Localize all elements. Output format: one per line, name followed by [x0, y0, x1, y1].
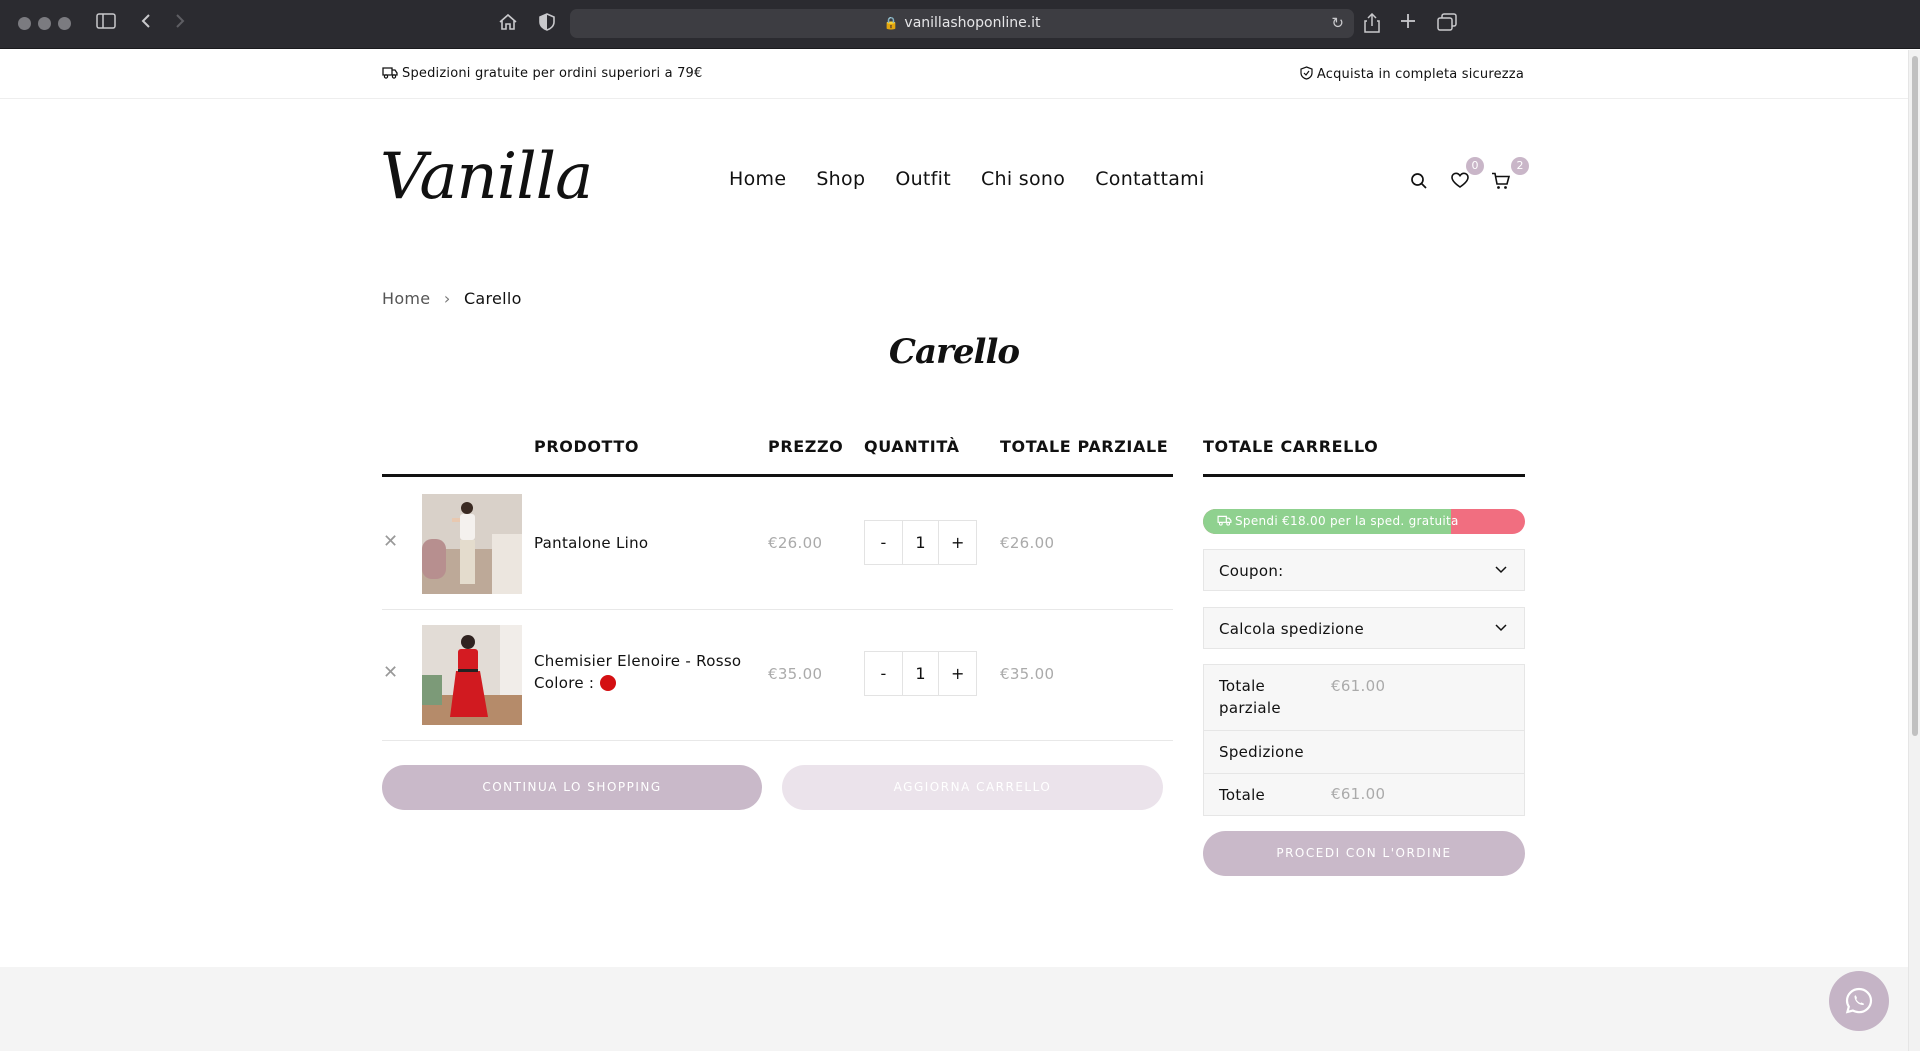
whatsapp-chat-button[interactable] [1829, 971, 1889, 1031]
share-icon[interactable] [1364, 12, 1380, 38]
truck-icon [1217, 515, 1232, 526]
window-zoom-button[interactable] [58, 17, 71, 30]
product-color-attr: Colore : [534, 674, 617, 692]
free-shipping-text: Spendi €18.00 per la sped. gratuita [1217, 514, 1459, 528]
line-subtotal: €26.00 [1000, 534, 1055, 552]
product-name[interactable]: Pantalone Lino [534, 534, 648, 552]
main-nav: Home Shop Outfit Chi sono Contattami [729, 168, 1205, 190]
scrollbar-thumb[interactable] [1912, 56, 1918, 736]
cart-totals-rule [1203, 474, 1525, 477]
chevron-down-icon [1494, 561, 1508, 580]
col-header-product: PRODOTTO [534, 437, 640, 456]
free-shipping-label: Spendi €18.00 per la sped. gratuita [1235, 514, 1459, 528]
chevron-down-icon [1494, 619, 1508, 638]
announcement-bar: Spedizioni gratuite per ordini superiori… [0, 50, 1908, 99]
total-value: €61.00 [1331, 785, 1386, 803]
subtotal-value: €61.00 [1331, 677, 1386, 695]
shipping-notice: Spedizioni gratuite per ordini superiori… [382, 66, 703, 81]
forward-icon[interactable] [174, 13, 186, 34]
window-close-button[interactable] [18, 17, 31, 30]
header-actions: 0 2 [1410, 157, 1529, 200]
total-label: Totale [1219, 786, 1266, 804]
update-cart-button[interactable]: AGGIORNA CARRELLO [782, 765, 1163, 810]
breadcrumb-home[interactable]: Home [382, 289, 430, 308]
row-divider [382, 740, 1173, 741]
continue-shopping-button[interactable]: CONTINUA LO SHOPPING [382, 765, 762, 810]
subtotal-label: Totale parziale [1219, 677, 1281, 717]
page-scrollbar[interactable] [1908, 50, 1920, 1051]
free-shipping-progress: Spendi €18.00 per la sped. gratuita [1203, 509, 1525, 534]
breadcrumb: Home › Carello [382, 289, 522, 308]
site-logo[interactable]: Vanilla [380, 140, 593, 214]
quantity-stepper: - 1 + [864, 651, 977, 696]
security-notice-text: Acquista in completa sicurezza [1316, 67, 1524, 82]
totals-row-subtotal: Totale parziale €61.00 [1204, 665, 1524, 731]
address-bar[interactable]: 🔒 vanillashoponline.it ↻ [570, 9, 1354, 38]
shield-check-icon [1300, 66, 1313, 80]
browser-toolbar: 🔒 vanillashoponline.it ↻ [0, 0, 1920, 49]
color-swatch [600, 675, 617, 691]
shipping-label: Spedizione [1219, 743, 1304, 761]
whatsapp-icon [1845, 987, 1873, 1014]
lock-icon: 🔒 [883, 16, 899, 30]
truck-icon [382, 67, 398, 79]
back-icon[interactable] [140, 13, 152, 34]
col-header-subtotal: TOTALE PARZIALE [1000, 437, 1169, 456]
quantity-input[interactable]: 1 [901, 652, 940, 695]
cart-table-header-rule [382, 474, 1173, 477]
row-divider [382, 609, 1173, 610]
wishlist-count-badge: 0 [1466, 157, 1484, 175]
sidebar-toggle-icon[interactable] [96, 13, 116, 34]
window-minimize-button[interactable] [38, 17, 51, 30]
cart-icon[interactable] [1491, 172, 1511, 194]
cart-totals-table: Totale parziale €61.00 Spedizione Totale… [1203, 664, 1525, 816]
coupon-label: Coupon: [1219, 562, 1284, 580]
nav-chi-sono[interactable]: Chi sono [981, 168, 1065, 190]
quantity-input[interactable]: 1 [901, 521, 940, 564]
home-icon[interactable] [498, 13, 518, 36]
quantity-stepper: - 1 + [864, 520, 977, 565]
shipping-calculator-accordion[interactable]: Calcola spedizione [1203, 607, 1525, 649]
nav-outfit[interactable]: Outfit [895, 168, 951, 190]
col-header-quantity: QUANTITÀ [864, 437, 960, 456]
page-title: Carello [888, 332, 1020, 372]
address-url: vanillashoponline.it [904, 15, 1041, 31]
footer [0, 967, 1908, 1051]
nav-shop[interactable]: Shop [816, 168, 865, 190]
quantity-decrement-button[interactable]: - [865, 521, 902, 564]
remove-item-icon[interactable]: ✕ [383, 662, 398, 683]
nav-home[interactable]: Home [729, 168, 786, 190]
breadcrumb-current: Carello [463, 289, 522, 308]
quantity-decrement-button[interactable]: - [865, 652, 902, 695]
totals-row-shipping: Spedizione [1204, 731, 1524, 774]
product-price: €26.00 [768, 534, 823, 552]
product-price: €35.00 [768, 665, 823, 683]
coupon-accordion[interactable]: Coupon: [1203, 549, 1525, 591]
cart-count-badge: 2 [1511, 157, 1529, 175]
wishlist-heart-icon[interactable] [1451, 172, 1469, 193]
quantity-increment-button[interactable]: + [939, 521, 976, 564]
cart-totals-heading: TOTALE CARRELLO [1203, 437, 1379, 456]
reload-icon[interactable]: ↻ [1331, 14, 1344, 32]
col-header-price: PREZZO [768, 437, 844, 456]
shield-privacy-icon[interactable] [539, 13, 555, 36]
search-icon[interactable] [1410, 172, 1428, 194]
security-notice: Acquista in completa sicurezza [1300, 66, 1524, 82]
shipping-notice-text: Spedizioni gratuite per ordini superiori… [402, 66, 703, 81]
remove-item-icon[interactable]: ✕ [383, 531, 398, 552]
nav-contattami[interactable]: Contattami [1095, 168, 1204, 190]
tab-overview-icon[interactable] [1437, 13, 1457, 36]
totals-row-total: Totale €61.00 [1204, 774, 1524, 815]
new-tab-icon[interactable] [1400, 13, 1416, 34]
checkout-button[interactable]: PROCEDI CON L'ORDINE [1203, 831, 1525, 876]
quantity-increment-button[interactable]: + [939, 652, 976, 695]
product-thumbnail[interactable] [422, 494, 522, 594]
product-thumbnail[interactable] [422, 625, 522, 725]
chevron-right-icon: › [443, 289, 451, 308]
product-name[interactable]: Chemisier Elenoire - Rosso [534, 652, 741, 670]
shipping-calc-label: Calcola spedizione [1219, 620, 1364, 638]
line-subtotal: €35.00 [1000, 665, 1055, 683]
product-color-label: Colore : [534, 674, 595, 692]
